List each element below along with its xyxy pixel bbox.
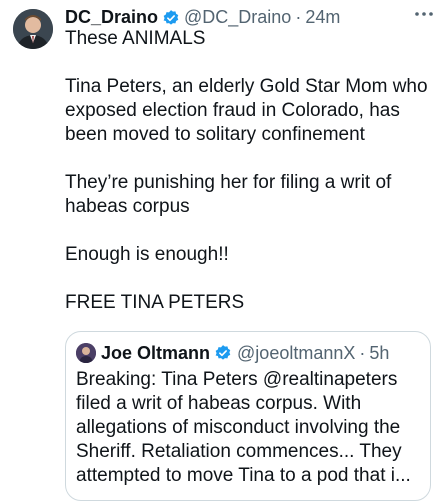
more-options-icon[interactable]: [413, 6, 435, 22]
tweet-paragraph: Enough is enough!!: [65, 244, 229, 265]
tweet[interactable]: DC_Draino @DC_Draino · 24m These ANIMALS…: [0, 0, 445, 501]
quoted-tweet-header: Joe Oltmann @joeoltmannX · 5h: [76, 341, 389, 365]
tweet-paragraph: FREE TINA PETERS: [65, 292, 245, 313]
quoted-author-handle: @joeoltmannX: [237, 343, 356, 363]
quoted-author-name: Joe Oltmann: [101, 343, 211, 363]
quoted-text-line: Sheriff. Retaliation commences... They: [76, 441, 402, 462]
quoted-text-line: Breaking: Tina Peters @realtinapeters: [76, 369, 398, 390]
tweet-paragraph: Tina Peters, an elderly Gold Star Mom wh…: [65, 76, 428, 145]
separator-dot: ·: [359, 343, 366, 363]
quoted-tweet-text: Breaking: Tina Peters @realtinapeters fi…: [76, 368, 421, 488]
tweet-paragraph: These ANIMALS: [65, 28, 206, 49]
quoted-author-avatar: [76, 343, 96, 363]
quoted-tweet[interactable]: Joe Oltmann @joeoltmannX · 5h Breaking: …: [65, 331, 431, 501]
verified-badge-icon: [162, 8, 180, 26]
quoted-text-line: allegations of misconduct involving the: [76, 417, 401, 438]
verified-badge-icon: [214, 344, 232, 362]
quoted-text-line: filed a writ of habeas corpus. With: [76, 393, 362, 414]
quoted-timestamp: 5h: [369, 343, 390, 363]
tweet-paragraph: They’re punishing her for filing a writ …: [65, 172, 392, 217]
quoted-text-line: attempted to move Tina to a pod that i..…: [76, 465, 411, 486]
author-avatar[interactable]: [13, 9, 53, 49]
tweet-text: These ANIMALS Tina Peters, an elderly Go…: [65, 27, 435, 315]
